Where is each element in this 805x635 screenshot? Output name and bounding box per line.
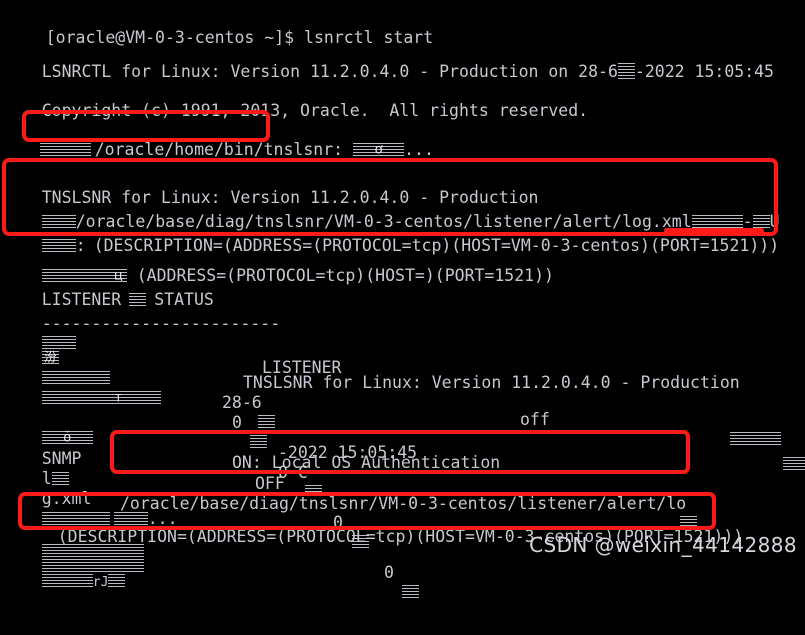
annotation-underline-port — [664, 228, 764, 233]
services-tail-text: rJ — [92, 575, 109, 590]
terminal-line-connecting-address: ц (ADDRESS=(PROTOCOL=tcp)(HOST=)(PORT=152… — [0, 238, 805, 285]
terminal-line-log-path: /oracle/base/diag/tnslsnr/VM-0-3-centos/… — [0, 184, 805, 231]
missing-glyph-box: ơ — [353, 142, 405, 157]
terminal-line-lsnrctl-banner: LSNRCTL for Linux: Version 11.2.0.4.0 - … — [0, 34, 805, 81]
missing-glyph-box — [108, 574, 126, 587]
terminal-line-status-header: LISTENER STATUS — [0, 262, 805, 309]
partial-glyph: ơ — [374, 142, 383, 157]
csdn-watermark: CSDN @weixin_44142888 — [529, 533, 797, 557]
missing-glyph-box — [402, 585, 419, 598]
terminal-line-prompt: [oracle@VM-0-3-centos ~]$ lsnrctl start — [0, 0, 805, 47]
missing-glyph-box — [39, 143, 91, 156]
tnslsnr-binary-path: /oracle/home/bin/tnslsnr: — [94, 140, 344, 159]
missing-glyph-box — [41, 574, 93, 587]
terminal-line-copyright: Copyright (c) 1991, 2013, Oracle. All ri… — [0, 73, 805, 120]
terminal-line-tnslsnr-version: TNSLSNR for Linux: Version 11.2.0.4.0 - … — [0, 160, 805, 207]
terminal-window[interactable]: [oracle@VM-0-3-centos ~]$ lsnrctl start … — [0, 0, 805, 598]
start-binary-ellipsis: ... — [404, 140, 434, 159]
terminal-line-start-binary: /oracle/home/bin/tnslsnr: ơ... — [0, 112, 805, 159]
